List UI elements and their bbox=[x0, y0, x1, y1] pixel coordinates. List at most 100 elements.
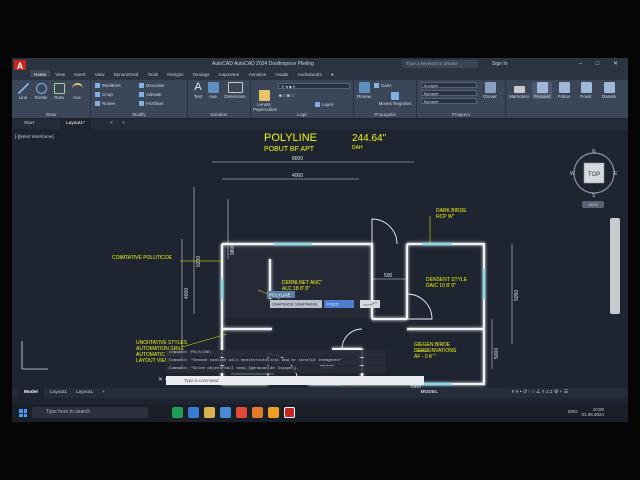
activate-tool[interactable]: Adrvate bbox=[139, 92, 162, 98]
compass-s: S bbox=[592, 193, 596, 199]
tab-more[interactable]: ● bbox=[327, 70, 338, 77]
move-tool[interactable]: Moditrres bbox=[95, 83, 121, 89]
tooltip-value: POCO bbox=[327, 302, 339, 307]
command-history-line: Command: "Senane cantine will monitorzot… bbox=[166, 358, 386, 365]
fstrov-tool[interactable]: Fstrov bbox=[554, 82, 574, 99]
tab-aoprovere[interactable]: Aoprovere bbox=[215, 70, 244, 77]
color-dropdown[interactable]: A-Layer bbox=[421, 82, 477, 88]
fossr-tool[interactable]: Fossr bbox=[576, 82, 596, 99]
dimension-icon bbox=[227, 82, 243, 93]
tab-andrvlandrs[interactable]: Andrvlandrs bbox=[294, 70, 326, 77]
autocad-window: A AutoCAD AutoCAD 2024 Doollnspnce Pliel… bbox=[12, 58, 628, 422]
line-tool[interactable]: Line bbox=[15, 83, 31, 100]
windows-start-icon[interactable] bbox=[19, 409, 27, 417]
rotate-icon bbox=[95, 101, 100, 107]
brush-icon bbox=[391, 92, 399, 100]
mail-icon[interactable] bbox=[220, 407, 231, 418]
app-icon[interactable] bbox=[252, 407, 263, 418]
text-tool[interactable]: A Text bbox=[191, 82, 205, 100]
tab-view-2[interactable]: View bbox=[91, 70, 109, 77]
tab-dynamic[interactable]: Dynorotrnsd bbox=[110, 70, 143, 77]
tab-layout1[interactable]: Layout1 bbox=[44, 388, 73, 398]
file-explorer-icon[interactable] bbox=[204, 407, 215, 418]
rotate-tool[interactable]: Rosee bbox=[95, 101, 115, 107]
tab-start[interactable]: Start bbox=[18, 119, 40, 129]
line-icon bbox=[17, 83, 29, 94]
edge-icon[interactable] bbox=[172, 407, 183, 418]
paste-tool[interactable]: Possnet bbox=[532, 82, 552, 99]
command-history-line: Command: POLYLINE: bbox=[166, 350, 386, 357]
match-properties-tool[interactable]: Moves Regortes bbox=[378, 92, 412, 106]
tab-insert[interactable]: Insert bbox=[70, 70, 89, 77]
tab-view[interactable]: View bbox=[51, 70, 69, 77]
command-input[interactable]: Type a command bbox=[166, 376, 424, 385]
window-icon bbox=[580, 82, 592, 93]
arc-tool[interactable]: Aoc bbox=[69, 83, 85, 100]
group-tool[interactable]: Grover bbox=[479, 82, 501, 99]
tab-designs[interactable]: Designs bbox=[163, 70, 187, 77]
layer-dropdown[interactable]: ☀ ● ■ 0 bbox=[278, 83, 350, 89]
dim-left: 9200 bbox=[196, 256, 202, 267]
command-history-line: Command: "Solne objectfnall seai Ipenaca… bbox=[166, 366, 386, 373]
wcs-menu[interactable]: WCS bbox=[582, 201, 604, 208]
tab-doniags[interactable]: Doniags bbox=[189, 70, 214, 77]
tooltip-title: POLYLINE bbox=[269, 293, 291, 298]
system-tray[interactable]: ENG 10:00 01.06.2024 bbox=[568, 407, 604, 417]
tab-drawing[interactable]: Layout1* bbox=[60, 119, 91, 129]
copy-tool[interactable]: Cnop bbox=[95, 92, 113, 98]
navigation-bar[interactable] bbox=[610, 218, 620, 314]
sign-in-link[interactable]: Sign In bbox=[492, 61, 508, 67]
tab-tools[interactable]: Tools bbox=[144, 70, 163, 77]
lineweight-dropdown[interactable]: ByLayer bbox=[421, 98, 477, 104]
viewcube[interactable]: TOP N W E S WCS bbox=[568, 147, 620, 208]
aae-tool[interactable]: Aae bbox=[206, 82, 220, 99]
tab-hoads[interactable]: Hoads bbox=[271, 70, 292, 77]
tab-model[interactable]: Model bbox=[18, 388, 44, 398]
layer-properties-tool[interactable]: Lenots Peperooties bbox=[253, 90, 277, 112]
base-icon bbox=[603, 82, 615, 93]
linetype-dropdown[interactable]: ByLayer bbox=[421, 90, 477, 96]
create-tool[interactable]: Caes bbox=[374, 83, 392, 89]
compass-e: E bbox=[614, 171, 618, 177]
dasvte-tool[interactable]: Dasvte bbox=[598, 82, 620, 99]
group-icon bbox=[484, 82, 496, 93]
store-icon[interactable] bbox=[188, 407, 199, 418]
app-icon[interactable] bbox=[268, 407, 279, 418]
new-tab-button[interactable]: + bbox=[116, 119, 131, 129]
ribbon-group-draw: Line Rostle Rota Aoc Draw bbox=[12, 80, 91, 118]
measure-tool[interactable]: Mamotoni bbox=[508, 82, 530, 99]
dimension-tool[interactable]: Dimension bbox=[222, 82, 248, 99]
layer-state-icons[interactable]: ■ □ ■ □ bbox=[279, 93, 294, 98]
status-toggles[interactable]: # ≡ • ↺ ↑ ○ ∠ ≡ 1:1 ⚙ + ☰ bbox=[512, 388, 568, 398]
search-input[interactable]: Type a keyword or phrase bbox=[402, 60, 478, 68]
chrome-icon[interactable] bbox=[236, 407, 247, 418]
window-title: AutoCAD AutoCAD 2024 Doollnspnce Plielin… bbox=[212, 61, 314, 67]
tooltip-field: SNAPBADE SNAPNAME bbox=[272, 302, 318, 307]
dim-left-outer: 4000 bbox=[184, 288, 190, 299]
fillet-tool[interactable]: Fezrbion bbox=[139, 101, 164, 107]
taskbar-search[interactable]: Type here to search bbox=[32, 407, 148, 418]
decorate-tool[interactable]: Decorate bbox=[139, 83, 164, 89]
ucs-icon bbox=[21, 341, 48, 370]
tab-home[interactable]: Home bbox=[30, 70, 51, 77]
group-label-properties: Proppero bbox=[451, 112, 471, 117]
layout-tabs-bar: Model Layout1 Layout1 + MODEL # ≡ • ↺ ↑ … bbox=[12, 388, 628, 398]
tab-annotive[interactable]: Annotive bbox=[245, 70, 271, 77]
insert-tool[interactable]: Rnnew bbox=[356, 82, 372, 99]
command-placeholder: Type a command bbox=[184, 378, 219, 383]
window-controls[interactable]: – □ ✕ bbox=[579, 60, 624, 67]
tab-layout1-b[interactable]: Layout1 bbox=[70, 388, 99, 398]
note-densent-sub: DAIC 10 8' 0" bbox=[426, 283, 456, 289]
note-comitative: COMITATIVE POLUTICOE bbox=[112, 255, 173, 261]
rostle-tool[interactable]: Rostle bbox=[33, 83, 49, 100]
add-layout-button[interactable]: + bbox=[96, 388, 111, 398]
rota-tool[interactable]: Rota bbox=[51, 83, 67, 100]
layer-stack-icon bbox=[258, 90, 270, 101]
autocad-taskbar-icon[interactable] bbox=[284, 407, 295, 418]
tray-date: 01.06.2024 bbox=[581, 412, 604, 417]
layer-tool[interactable]: Layer bbox=[315, 102, 333, 108]
model-space-toggle[interactable]: MODEL bbox=[421, 388, 438, 398]
ribbon-group-modify: Moditrres Cnop Rosee Decorate Adrvate Fe… bbox=[91, 80, 188, 118]
dim-right-1: 5050 bbox=[514, 290, 520, 301]
title-bar: A AutoCAD AutoCAD 2024 Doollnspnce Pliel… bbox=[12, 58, 628, 72]
